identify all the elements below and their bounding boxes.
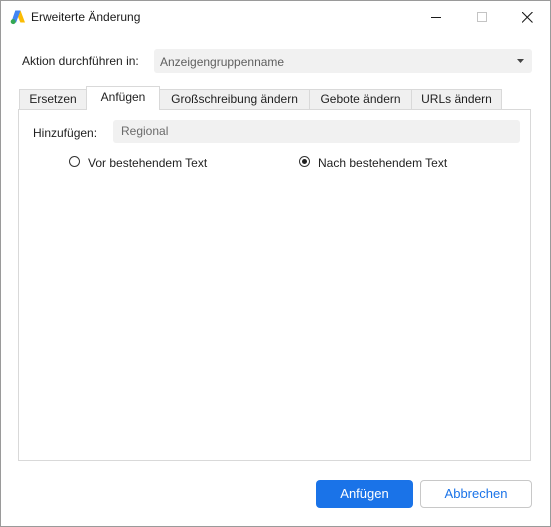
radio-before-existing[interactable] bbox=[69, 156, 80, 167]
radio-after-existing[interactable] bbox=[299, 156, 310, 167]
add-label: Hinzufügen: bbox=[33, 126, 98, 140]
action-label: Aktion durchführen in: bbox=[22, 54, 139, 68]
tab-anfuegen[interactable]: Anfügen bbox=[86, 86, 160, 110]
maximize-icon bbox=[477, 12, 487, 22]
title-bar: Erweiterte Änderung bbox=[1, 1, 550, 33]
cancel-button[interactable]: Abbrechen bbox=[420, 480, 532, 508]
action-select-value: Anzeigengruppenname bbox=[160, 55, 285, 69]
close-icon bbox=[522, 12, 533, 23]
caret-down-icon bbox=[517, 59, 524, 63]
tab-ersetzen[interactable]: Ersetzen bbox=[19, 89, 87, 109]
minimize-button[interactable] bbox=[413, 1, 459, 33]
close-button[interactable] bbox=[504, 1, 550, 33]
minimize-icon bbox=[431, 17, 441, 18]
radio-before-label: Vor bestehendem Text bbox=[88, 156, 208, 170]
dialog-window: Erweiterte Änderung Aktion durchführen i… bbox=[0, 0, 551, 527]
tab-grossschreibung[interactable]: Großschreibung ändern bbox=[159, 89, 310, 109]
google-ads-logo-icon bbox=[10, 10, 25, 25]
append-button[interactable]: Anfügen bbox=[316, 480, 413, 508]
radio-after-label: Nach bestehendem Text bbox=[318, 156, 448, 170]
action-select[interactable]: Anzeigengruppenname bbox=[154, 49, 532, 73]
maximize-button[interactable] bbox=[459, 1, 505, 33]
window-title: Erweiterte Änderung bbox=[31, 10, 141, 24]
add-text-input[interactable]: Regional bbox=[113, 120, 520, 143]
tab-gebote[interactable]: Gebote ändern bbox=[309, 89, 412, 109]
tab-urls[interactable]: URLs ändern bbox=[411, 89, 502, 109]
